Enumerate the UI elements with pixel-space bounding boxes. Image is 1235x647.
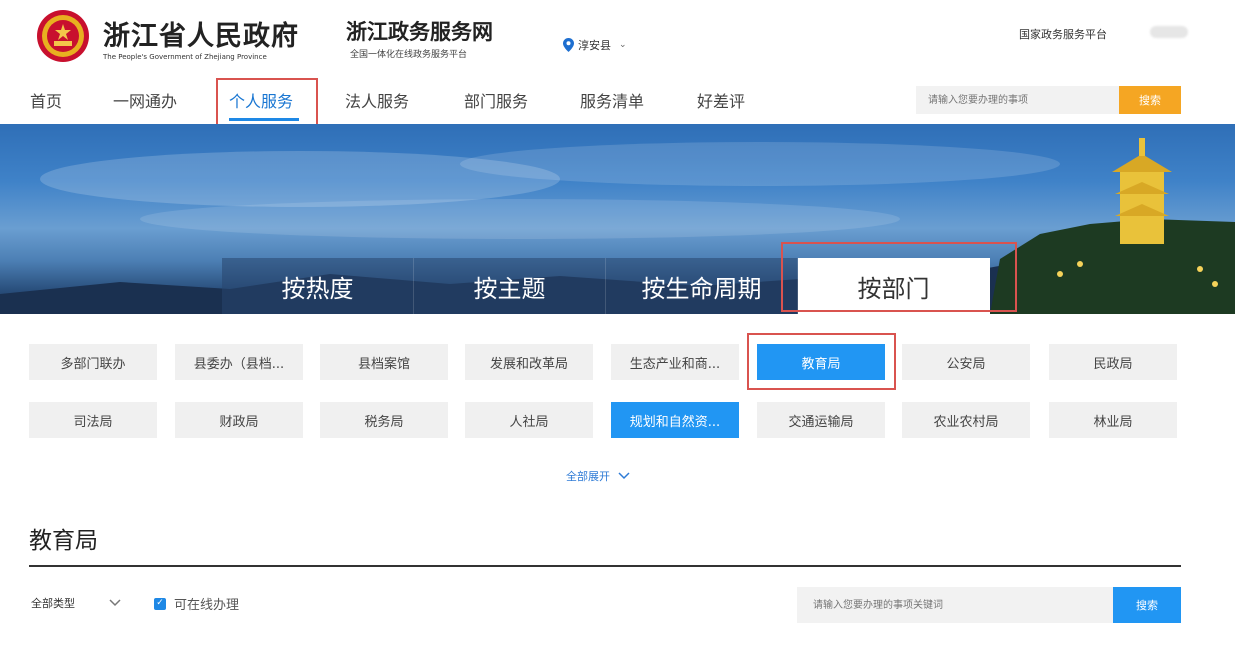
highlight-box-education — [747, 333, 896, 390]
dept-finance[interactable]: 财政局 — [175, 402, 303, 438]
dept-archives[interactable]: 县档案馆 — [320, 344, 448, 380]
nav-service-list[interactable]: 服务清单 — [580, 88, 644, 112]
dept-public-security[interactable]: 公安局 — [902, 344, 1030, 380]
gov-subtitle: The People's Government of Zhejiang Prov… — [103, 53, 267, 61]
tab-by-popularity[interactable]: 按热度 — [222, 258, 414, 314]
expand-all-button[interactable]: 全部展开 — [566, 468, 630, 484]
location-label: 淳安县 — [578, 39, 611, 52]
online-filter-checkbox[interactable]: ✓ 可在线办理 — [154, 594, 239, 613]
service-title: 浙江政务服务网 — [346, 19, 493, 44]
section-search-button[interactable]: 搜索 — [1113, 587, 1181, 623]
top-search-input[interactable] — [916, 86, 1119, 114]
dept-multi[interactable]: 多部门联办 — [29, 344, 157, 380]
dept-tax[interactable]: 税务局 — [320, 402, 448, 438]
chevron-down-icon — [618, 472, 630, 480]
section-search-input[interactable] — [797, 587, 1113, 623]
nav-review[interactable]: 好差评 — [697, 88, 745, 112]
section-title: 教育局 — [29, 528, 98, 554]
national-emblem-icon — [37, 10, 89, 62]
type-filter-label: 全部类型 — [31, 597, 75, 610]
highlight-box-personal-service — [216, 78, 318, 130]
checkbox-checked-icon: ✓ — [154, 597, 166, 610]
expand-all-label: 全部展开 — [566, 470, 610, 483]
chevron-down-icon: ⌄ — [619, 40, 627, 50]
dept-transport[interactable]: 交通运输局 — [757, 402, 885, 438]
dept-civil-affairs[interactable]: 民政局 — [1049, 344, 1177, 380]
dept-eco-industry[interactable]: 生态产业和商... — [611, 344, 739, 380]
national-platform-link[interactable]: 国家政务服务平台 — [1019, 26, 1107, 42]
dept-agriculture[interactable]: 农业农村局 — [902, 402, 1030, 438]
top-search-button[interactable]: 搜索 — [1119, 86, 1181, 114]
dept-county-office[interactable]: 县委办（县档... — [175, 344, 303, 380]
nav-home[interactable]: 首页 — [30, 88, 62, 112]
dept-development-reform[interactable]: 发展和改革局 — [465, 344, 593, 380]
dept-planning-resources[interactable]: 规划和自然资... — [611, 402, 739, 438]
nav-department-service[interactable]: 部门服务 — [464, 88, 528, 112]
nav-corporate-service[interactable]: 法人服务 — [345, 88, 409, 112]
dept-justice[interactable]: 司法局 — [29, 402, 157, 438]
tab-by-theme[interactable]: 按主题 — [414, 258, 606, 314]
site-header: 浙江省人民政府 The People's Government of Zheji… — [0, 0, 1235, 78]
location-selector[interactable]: 淳安县 ⌄ — [563, 37, 627, 53]
dept-human-resources[interactable]: 人社局 — [465, 402, 593, 438]
user-account[interactable] — [1150, 26, 1188, 38]
location-pin-icon — [563, 38, 574, 52]
gov-title: 浙江省人民政府 — [103, 21, 299, 52]
tab-by-life-cycle[interactable]: 按生命周期 — [606, 258, 798, 314]
highlight-box-department-tab — [781, 242, 1017, 312]
chevron-down-icon — [109, 599, 121, 607]
dept-forestry[interactable]: 林业局 — [1049, 402, 1177, 438]
section-divider — [29, 565, 1181, 567]
nav-one-stop[interactable]: 一网通办 — [113, 88, 177, 112]
service-subtitle: 全国一体化在线政务服务平台 — [350, 50, 468, 60]
online-filter-label: 可在线办理 — [174, 598, 240, 613]
type-filter-dropdown[interactable]: 全部类型 — [31, 595, 121, 611]
